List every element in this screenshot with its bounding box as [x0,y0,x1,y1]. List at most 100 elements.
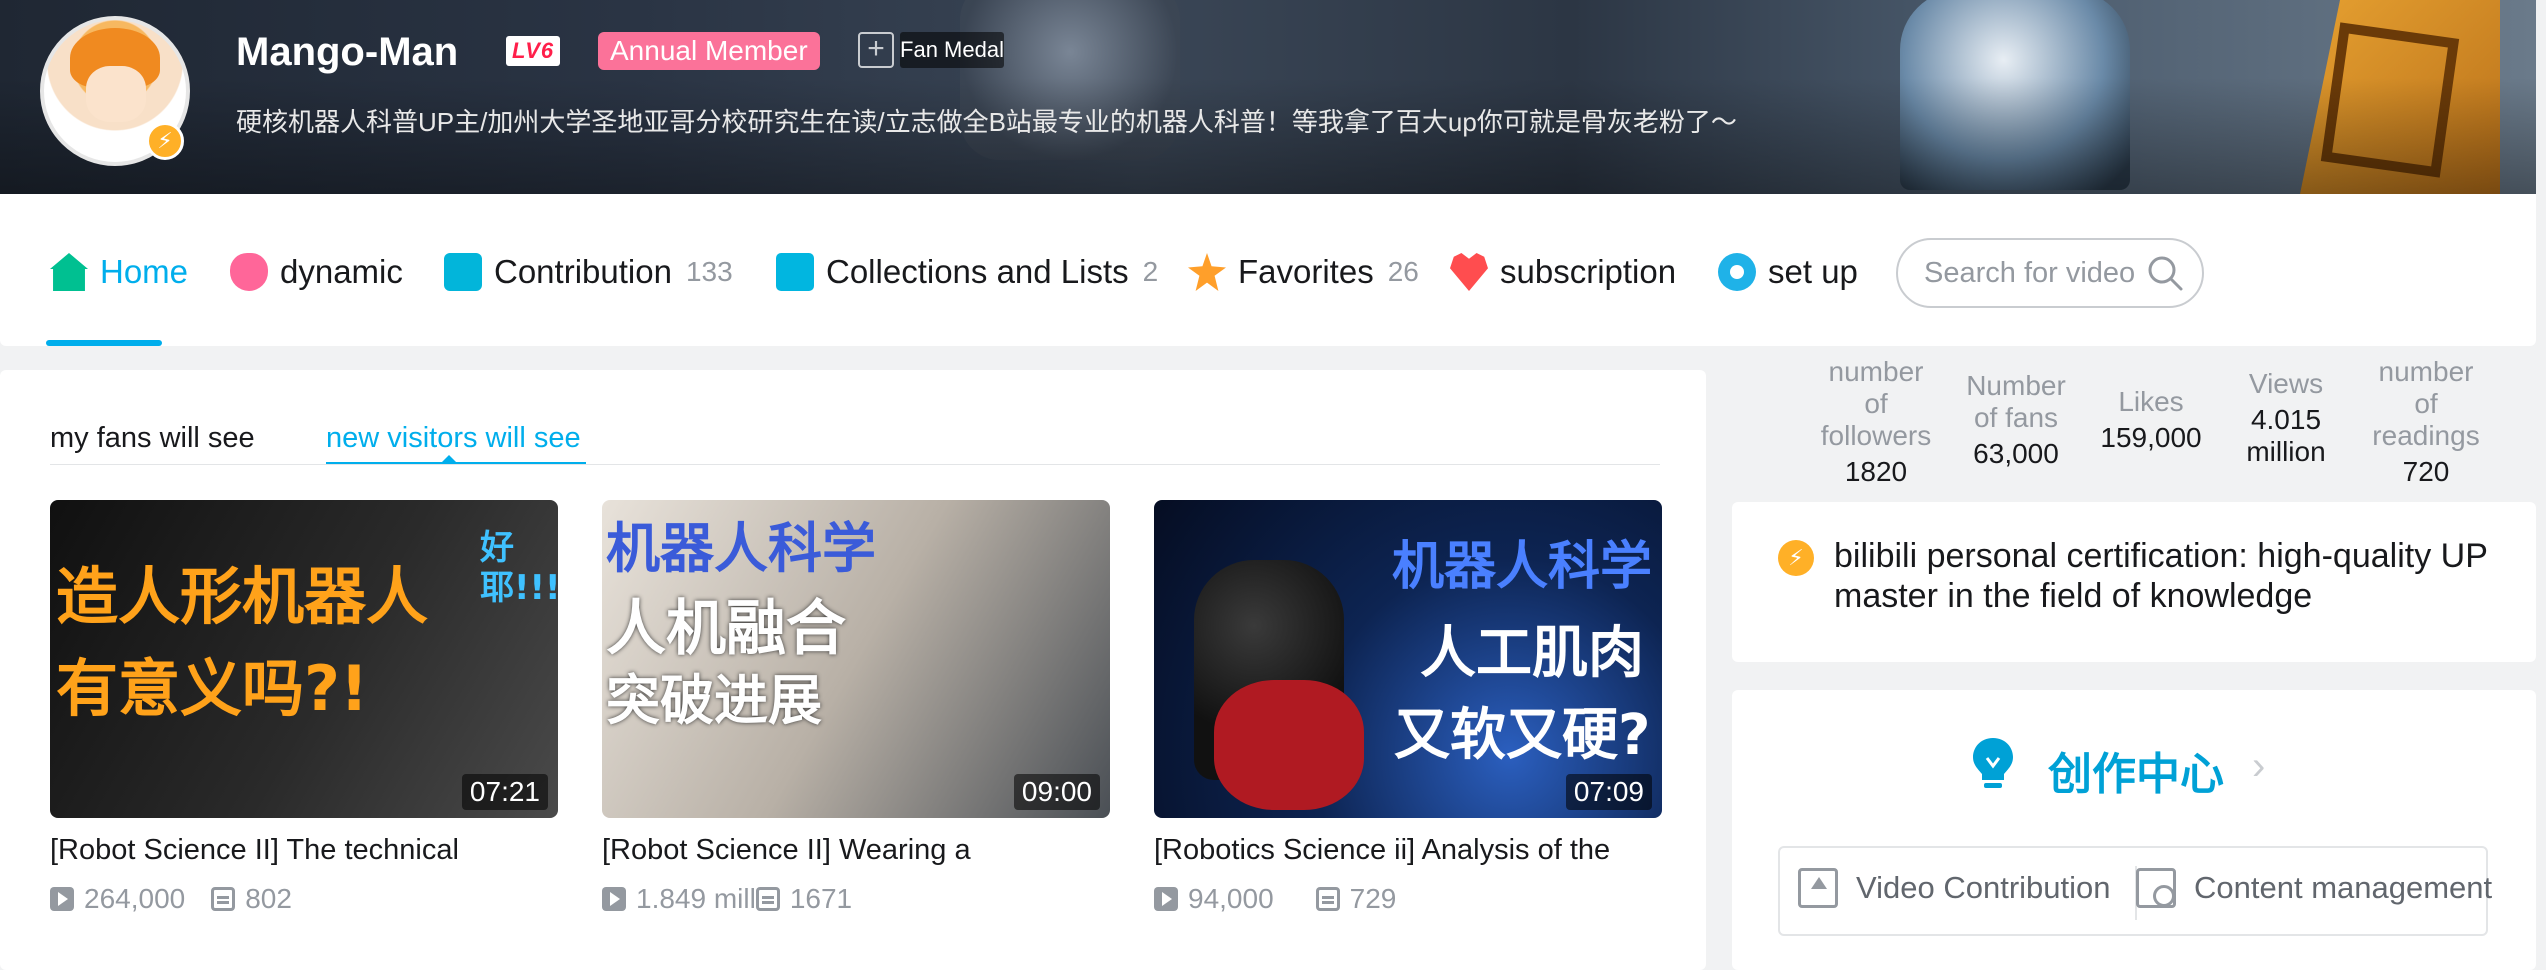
video-thumbnail[interactable]: 造人形机器人 有意义吗?! 好耶!!! 07:21 [50,500,558,818]
tab-home[interactable]: Home [50,252,188,292]
video-contribution-label: Video Contribution [1856,870,2111,905]
stat-likes: Likes 159,000 [2096,386,2206,454]
stat-readings-value: 720 [2402,456,2450,487]
upload-icon [1798,868,1838,908]
favorites-count: 26 [1387,256,1419,287]
profile-signature: 硬核机器人科普UP主/加州大学圣地亚哥分校研究生在读/立志做全B站最专业的机器人… [236,107,1737,137]
creation-actions: Video Contribution Content management [1778,846,2492,936]
tab-collections-label: Collections and Lists [826,253,1129,290]
stat-views-value: 4.015 million [2246,404,2326,467]
tab-favorites-label: Favorites [1238,253,1374,290]
video-views: 264,000 [84,883,186,914]
video-search-box[interactable] [1896,238,2204,308]
video-stats: 264,000 802 [50,883,558,915]
tab-settings[interactable]: set up [1718,252,1858,292]
thumb-text: 突破进展 [606,669,822,732]
video-card[interactable]: 机器人科学 人工肌肉 又软又硬? 07:09 [Robotics Science… [1154,500,1662,915]
gear-icon [1718,253,1756,291]
fan-medal-label: Fan Medal [900,37,1004,62]
tab-contribution-label: Contribution [494,253,672,290]
video-contribution-button[interactable]: Video Contribution [1798,868,2111,908]
creation-center-title[interactable]: 创作中心 [2048,738,2224,802]
certification-bolt-icon: ⚡ [1778,540,1814,576]
video-card[interactable]: 造人形机器人 有意义吗?! 好耶!!! 07:21 [Robot Science… [50,500,558,915]
video-thumbnail[interactable]: 机器人科学 人机融合 突破进展 09:00 [602,500,1110,818]
home-icon [50,253,88,291]
contribution-icon [444,253,482,291]
active-tab-indicator [46,340,162,346]
tab-home-label: Home [100,253,189,290]
stat-views-label: Views [2248,368,2324,399]
stat-followers-value: 1820 [1844,456,1908,487]
representative-works-panel: my fans will see new visitors will see 造… [0,370,1706,970]
thumb-text: 人机融合 [606,594,846,664]
thumb-text: 有意义吗?! [56,652,369,725]
content-management-icon [2136,868,2176,908]
stat-readings-label: number of readings [2372,356,2480,451]
visibility-tab-caret-icon [442,455,456,462]
thumb-text: 又软又硬? [1394,703,1651,768]
tab-favorites[interactable]: Favorites 26 [1188,252,1419,292]
video-views: 94,000 [1188,883,1274,914]
thumb-text: 机器人科学 [1392,537,1653,597]
thumb-red-muscle [1214,680,1364,810]
tab-subscription[interactable]: subscription [1450,252,1676,292]
video-thumbnail[interactable]: 机器人科学 人工肌肉 又软又硬? 07:09 [1154,500,1662,818]
dynamic-icon [230,253,268,291]
tab-new-visitors-view[interactable]: new visitors will see [326,422,581,455]
tab-subscription-label: subscription [1500,253,1677,290]
certification-text: bilibili personal certification: high-qu… [1834,537,2488,615]
content-management-label: Content management [2194,870,2493,905]
profile-nav: Home dynamic Contribution 133 Collection… [0,194,2536,346]
fan-medal-plus-icon[interactable]: + [858,32,894,68]
certification-card: ⚡ bilibili personal certification: high-… [1732,502,2536,662]
creation-center-card: 创作中心 › Video Contribution Content manage… [1732,690,2536,970]
user-stats: number of followers 1820 Number of fans … [1706,346,2546,496]
content-management-button[interactable]: Content management [2136,868,2492,908]
avatar-face [86,66,146,122]
stat-fans-label: Number of fans [1966,370,2066,433]
thumb-text: 好耶!!! [480,528,558,608]
danmaku-icon [755,887,780,911]
video-card[interactable]: 机器人科学 人机融合 突破进展 09:00 [Robot Science II]… [602,500,1110,915]
star-icon [1188,253,1226,291]
tab-fans-view[interactable]: my fans will see [50,422,255,455]
tab-collections[interactable]: Collections and Lists 2 [776,252,1158,292]
stat-readings: number of readings 720 [2366,356,2486,488]
contribution-count: 133 [685,256,733,287]
video-stats: 94,000 729 [1154,883,1662,915]
video-title[interactable]: [Robot Science II] The technical [50,834,558,867]
stat-likes-value: 159,000 [2100,422,2202,453]
stat-views: Views 4.015 million [2231,368,2341,468]
stat-followers[interactable]: number of followers 1820 [1816,356,1936,488]
tab-settings-label: set up [1768,253,1858,290]
username: Mango-Man [236,30,459,74]
tab-dynamic[interactable]: dynamic [230,252,403,292]
video-stats: 1.849 mill 1671 [602,883,1110,915]
lightbulb-icon [1973,738,2013,788]
search-input[interactable] [1922,255,2142,291]
annual-member-badge[interactable]: Annual Member [598,32,820,70]
heart-icon [1450,253,1488,291]
danmaku-icon [211,887,236,911]
profile-banner: ⚡ Mango-Man LV6 Annual Member + Fan Meda… [0,0,2536,194]
video-title[interactable]: [Robotics Science ii] Analysis of the [1154,834,1662,867]
divider [50,464,1660,465]
chevron-right-icon[interactable]: › [2252,744,2265,789]
play-count-icon [50,887,74,911]
video-views: 1.849 mill [636,883,756,914]
play-count-icon [1154,887,1178,911]
stat-followers-label: number of followers [1820,356,1932,451]
search-icon[interactable] [2146,254,2184,292]
video-danmaku: 1671 [789,883,853,914]
video-danmaku: 802 [245,883,292,914]
play-count-icon [602,887,626,911]
video-danmaku: 729 [1349,883,1397,914]
stat-fans[interactable]: Number of fans 63,000 [1956,370,2076,470]
video-duration: 07:21 [461,774,548,810]
tab-contribution[interactable]: Contribution 133 [444,252,733,292]
collections-count: 2 [1142,256,1159,287]
thumb-text: 机器人科学 [606,517,876,580]
thumb-text: 造人形机器人 [56,560,429,633]
video-title[interactable]: [Robot Science II] Wearing a [602,834,1110,867]
